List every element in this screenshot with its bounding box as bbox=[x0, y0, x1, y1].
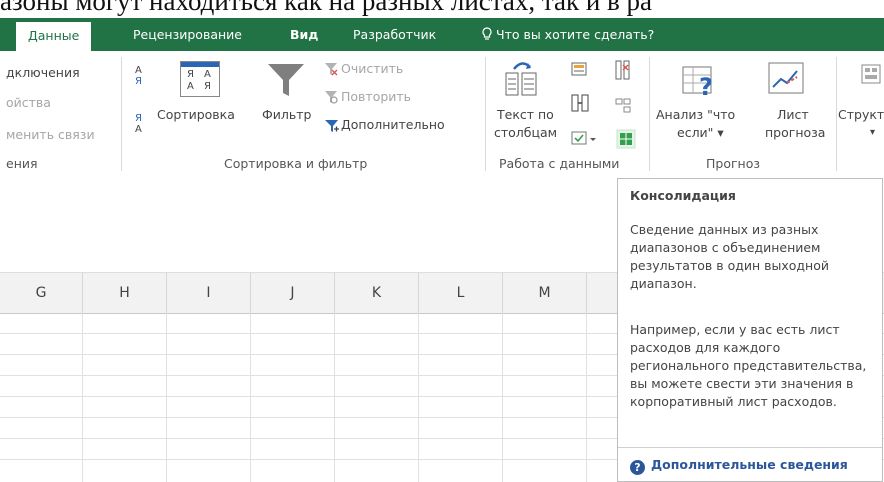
sort-filter-group-label: Сортировка и фильтр bbox=[224, 156, 368, 171]
text-to-columns-label-1[interactable]: Текст по bbox=[497, 107, 554, 122]
grid-column-line bbox=[418, 313, 419, 482]
grid-column-line bbox=[82, 313, 83, 482]
column-header-h[interactable]: H bbox=[83, 273, 167, 313]
sort-az-top-letter: А bbox=[135, 65, 142, 76]
group-separator bbox=[121, 57, 122, 171]
what-if-label-2[interactable]: если" ▾ bbox=[677, 125, 724, 140]
reapply-icon bbox=[325, 91, 338, 104]
data-validation-icon[interactable] bbox=[570, 93, 590, 113]
column-header-m[interactable]: M bbox=[503, 273, 587, 313]
reapply-button[interactable]: Повторить bbox=[341, 89, 411, 104]
clear-button[interactable]: Очистить bbox=[341, 61, 403, 76]
data-validation-dropdown-icon[interactable] bbox=[570, 129, 600, 149]
advanced-button[interactable]: Дополнительно bbox=[341, 117, 445, 132]
relationships-icon[interactable] bbox=[614, 97, 632, 115]
sort-button[interactable]: Сортировка bbox=[157, 107, 235, 122]
group-separator bbox=[649, 57, 650, 171]
filter-button[interactable]: Фильтр bbox=[262, 107, 311, 122]
lightbulb-icon bbox=[482, 27, 492, 40]
tab-review[interactable]: Рецензирование bbox=[133, 18, 242, 51]
column-header-g[interactable]: G bbox=[0, 273, 83, 313]
sort-az-bottom-letter: Я bbox=[135, 76, 142, 87]
forecast-sheet-label-2[interactable]: прогноза bbox=[765, 125, 825, 140]
remove-duplicates-icon[interactable] bbox=[614, 59, 632, 81]
outline-icon[interactable] bbox=[860, 63, 882, 87]
data-tools-group-label: Работа с данными bbox=[499, 156, 620, 171]
sort-za-bottom-letter: А bbox=[135, 124, 142, 135]
forecast-sheet-label-1[interactable]: Лист bbox=[777, 107, 809, 122]
sort-az-icon[interactable]: А Я bbox=[135, 65, 149, 91]
sort-dialog-cell: Я bbox=[187, 69, 194, 80]
connections-button[interactable]: дключения bbox=[6, 65, 80, 80]
ribbon-tab-bar: Данные Рецензирование Вид Разработчик Чт… bbox=[0, 18, 884, 51]
edit-links-button[interactable]: менить связи bbox=[6, 127, 95, 142]
tab-data[interactable]: Данные bbox=[16, 22, 92, 51]
text-to-columns-icon[interactable] bbox=[504, 59, 540, 99]
flash-fill-icon[interactable] bbox=[570, 61, 590, 79]
what-if-label-1[interactable]: Анализ "что bbox=[656, 107, 735, 122]
grid-column-line bbox=[166, 313, 167, 482]
column-header-l[interactable]: L bbox=[419, 273, 503, 313]
outline-dropdown-arrow[interactable]: ▾ bbox=[870, 127, 875, 138]
svg-text:?: ? bbox=[699, 73, 713, 99]
connections-group-label: ения bbox=[6, 156, 38, 171]
filter-funnel-icon[interactable] bbox=[266, 61, 306, 99]
sort-za-top-letter: Я bbox=[135, 113, 142, 124]
properties-button[interactable]: ойства bbox=[6, 95, 51, 110]
consolidate-icon[interactable] bbox=[616, 129, 636, 149]
grid-column-line bbox=[586, 313, 587, 482]
tab-view[interactable]: Вид bbox=[290, 18, 318, 51]
column-header-i[interactable]: I bbox=[167, 273, 251, 313]
text-to-columns-label-2[interactable]: столбцам bbox=[494, 125, 557, 140]
sort-dialog-header bbox=[181, 62, 219, 67]
column-header-k[interactable]: K bbox=[335, 273, 419, 313]
grid-column-line bbox=[334, 313, 335, 482]
clear-filter-icon bbox=[325, 63, 338, 76]
grid-column-line bbox=[250, 313, 251, 482]
tooltip-example: Например, если у вас есть лист расходов … bbox=[630, 322, 867, 409]
sort-dialog-icon[interactable]: Я А А Я bbox=[180, 61, 220, 97]
tooltip-title: Консолидация bbox=[630, 188, 736, 203]
forecast-sheet-icon[interactable] bbox=[767, 61, 807, 97]
tooltip-divider bbox=[618, 447, 882, 448]
sort-za-icon[interactable]: Я А bbox=[135, 113, 149, 139]
tell-me-text: Что вы хотите сделать? bbox=[496, 27, 655, 42]
tooltip-description: Сведение данных из разных диапазонов с о… bbox=[630, 222, 830, 291]
forecast-group-label: Прогноз bbox=[706, 156, 761, 171]
what-if-analysis-icon[interactable]: ? bbox=[681, 61, 721, 99]
sort-dialog-cell: А bbox=[187, 81, 194, 92]
advanced-filter-icon bbox=[325, 120, 339, 132]
group-separator bbox=[485, 57, 486, 171]
tooltip-more-info-link[interactable]: ? Дополнительные сведения bbox=[630, 457, 848, 475]
sort-dialog-cell: Я bbox=[204, 81, 211, 92]
grid-column-line bbox=[502, 313, 503, 482]
outline-button[interactable]: Структ bbox=[838, 107, 884, 122]
group-separator bbox=[836, 57, 837, 171]
tab-developer[interactable]: Разработчик bbox=[353, 18, 436, 51]
ribbon-body: дключения ойства менить связи ения А Я Я… bbox=[0, 51, 884, 179]
tell-me-box[interactable]: Что вы хотите сделать? bbox=[482, 18, 654, 51]
consolidate-tooltip: Консолидация Сведение данных из разных д… bbox=[617, 178, 883, 482]
more-info-text: Дополнительные сведения bbox=[651, 457, 848, 472]
sort-dialog-cell: А bbox=[204, 69, 211, 80]
column-header-j[interactable]: J bbox=[251, 273, 335, 313]
background-document-text: азоны могут находиться как на разных лис… bbox=[0, 0, 653, 16]
help-icon: ? bbox=[630, 460, 645, 475]
